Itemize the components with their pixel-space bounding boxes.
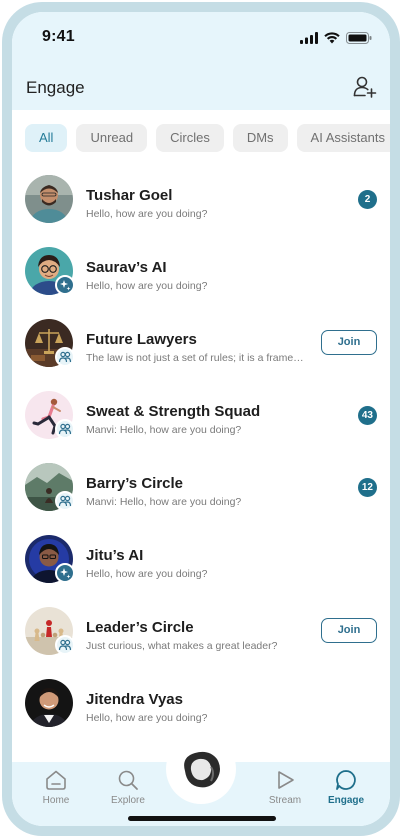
chat-name: Jitendra Vyas: [86, 691, 183, 708]
people-group-icon: [55, 347, 75, 367]
filter-chip-unread[interactable]: Unread: [76, 124, 148, 152]
nav-home-label: Home: [42, 795, 70, 806]
filter-chip-circles[interactable]: Circles: [156, 124, 224, 152]
chat-preview: Hello, how are you doing?: [86, 280, 208, 292]
chat-item-sweat-strength-squad[interactable]: Sweat & Strength Squad Manvi: Hello, how…: [12, 391, 390, 463]
unread-count-badge: 12: [357, 478, 377, 497]
chat-item-jitus-ai[interactable]: Jitu’s AI Hello, how are you doing?: [12, 535, 390, 607]
nav-engage-label: Engage: [327, 795, 365, 806]
people-group-icon: [55, 491, 75, 511]
nav-engage[interactable]: Engage: [316, 768, 376, 806]
nav-home[interactable]: Home: [26, 768, 86, 806]
filter-chips: All Unread Circles DMs AI Assistants: [25, 124, 390, 152]
chat-list: Tushar Goel Hello, how are you doing? 2 …: [12, 175, 390, 751]
add-user-icon: [353, 76, 377, 98]
phone-frame: 9:41 Engage All Unread Circles DMs AI As…: [2, 2, 400, 836]
ai-sparkle-icon: [55, 563, 75, 583]
chat-preview: Manvi: Hello, how are you doing?: [86, 424, 242, 436]
page-title: Engage: [26, 78, 85, 97]
chat-name: Tushar Goel: [86, 187, 173, 204]
avatar: [25, 175, 73, 223]
chat-item-future-lawyers[interactable]: Future Lawyers The law is not just a set…: [12, 319, 390, 391]
chat-item-leaders-circle[interactable]: Leader’s Circle Just curious, what makes…: [12, 607, 390, 679]
people-group-icon: [55, 635, 75, 655]
people-group-icon: [55, 419, 75, 439]
chat-name: Barry’s Circle: [86, 475, 184, 492]
battery-icon: [346, 32, 372, 44]
join-button[interactable]: Join: [321, 330, 377, 355]
chat-name: Sweat & Strength Squad: [86, 403, 261, 420]
chat-item-sauravs-ai[interactable]: Saurav’s AI Hello, how are you doing?: [12, 247, 390, 319]
chat-name: Leader’s Circle: [86, 619, 194, 636]
ai-sparkle-icon: [55, 275, 75, 295]
chat-preview: Hello, how are you doing?: [86, 208, 208, 220]
chat-name: Jitu’s AI: [86, 547, 144, 564]
status-icons: [300, 32, 372, 44]
status-time: 9:41: [42, 28, 75, 45]
chat-name: Saurav’s AI: [86, 259, 167, 276]
bottom-nav: Home Explore Stream Engage: [12, 734, 390, 826]
filter-chip-dms[interactable]: DMs: [232, 124, 288, 152]
avatar: [25, 679, 73, 727]
nav-stream-label: Stream: [268, 795, 302, 806]
nav-stream[interactable]: Stream: [255, 768, 315, 806]
cellular-signal-icon: [300, 32, 318, 44]
home-icon: [46, 770, 66, 790]
app-logo-icon: [184, 751, 220, 788]
unread-count-badge: 2: [358, 190, 377, 209]
filter-chip-ai-assistants[interactable]: AI Assistants: [296, 124, 390, 152]
unread-count-badge: 43: [357, 406, 377, 425]
chat-preview: Manvi: Hello, how are you doing?: [86, 496, 242, 508]
wifi-icon: [324, 32, 340, 44]
nav-explore[interactable]: Explore: [98, 768, 158, 806]
chat-name: Future Lawyers: [86, 331, 197, 348]
chat-preview: Just curious, what makes a great leader?: [86, 640, 278, 652]
chat-bubble-icon: [336, 770, 356, 790]
home-indicator: [128, 816, 276, 821]
app-screen: 9:41 Engage All Unread Circles DMs AI As…: [12, 12, 390, 826]
chat-preview: The law is not just a set of rules; it i…: [86, 352, 308, 364]
filter-chip-all[interactable]: All: [25, 124, 68, 152]
nav-explore-label: Explore: [111, 795, 145, 806]
create-button[interactable]: [166, 734, 236, 804]
chat-preview: Hello, how are you doing?: [86, 712, 208, 724]
chat-preview: Hello, how are you doing?: [86, 568, 208, 580]
chat-item-barrys-circle[interactable]: Barry’s Circle Manvi: Hello, how are you…: [12, 463, 390, 535]
join-button[interactable]: Join: [321, 618, 377, 643]
add-user-button[interactable]: [352, 74, 378, 100]
chat-item-tushar-goel[interactable]: Tushar Goel Hello, how are you doing? 2: [12, 175, 390, 247]
top-area: 9:41 Engage: [12, 12, 390, 110]
search-icon: [118, 770, 138, 790]
app-header: Engage: [12, 62, 390, 110]
status-bar: 9:41: [12, 12, 390, 62]
play-icon: [278, 771, 294, 789]
